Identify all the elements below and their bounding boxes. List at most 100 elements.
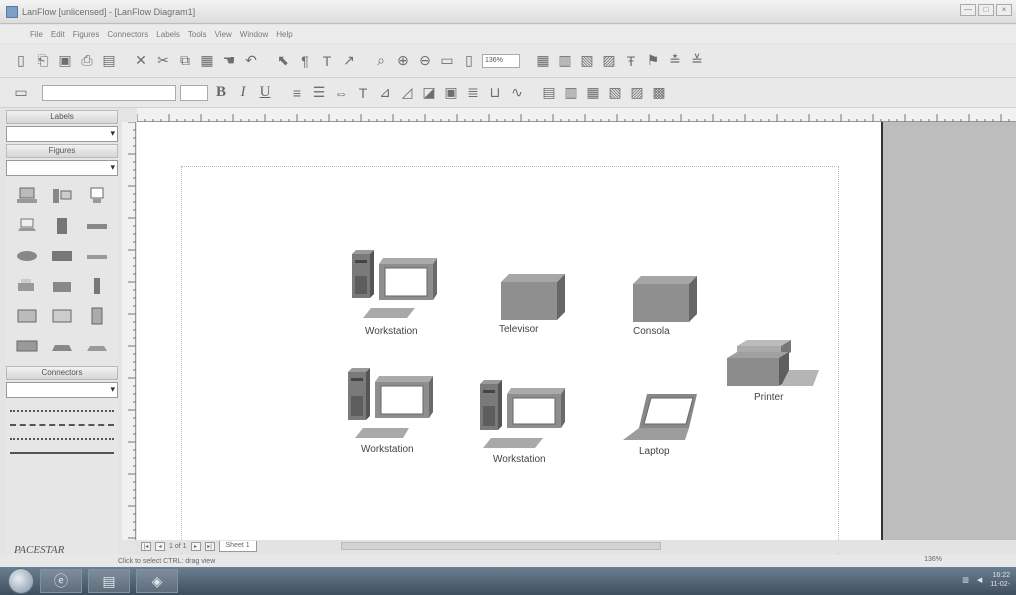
menu-edit[interactable]: Edit — [51, 30, 65, 39]
mainframe-shape-icon[interactable] — [83, 306, 112, 326]
hub-shape-icon[interactable] — [83, 216, 112, 236]
tape-shape-icon[interactable] — [47, 336, 76, 356]
format-text-icon[interactable]: Ŧ — [622, 52, 640, 70]
figures-dropdown[interactable] — [6, 160, 118, 176]
properties-icon[interactable]: ▨ — [600, 52, 618, 70]
hand-icon[interactable]: ☚ — [220, 52, 238, 70]
menu-view[interactable]: View — [215, 30, 232, 39]
connectors-dropdown[interactable] — [6, 382, 118, 398]
explorer-taskbar-icon[interactable]: ▤ — [88, 569, 130, 593]
disk-shape-icon[interactable] — [83, 336, 112, 356]
open-icon[interactable]: ⎗ — [34, 52, 52, 70]
zoom-icon[interactable]: ⌕ — [372, 52, 390, 70]
arrange-icon[interactable]: ▤ — [540, 84, 558, 102]
labels-dropdown[interactable] — [6, 126, 118, 142]
save-icon[interactable]: ▣ — [56, 52, 74, 70]
delete-icon[interactable]: ✕ — [132, 52, 150, 70]
computer-shape-icon[interactable] — [12, 186, 41, 206]
line-style-icon[interactable]: ≣ — [464, 84, 482, 102]
zoom-select[interactable]: 136% — [482, 53, 520, 68]
border-icon[interactable]: ▣ — [442, 84, 460, 102]
browser-taskbar-icon[interactable]: ⓔ — [40, 569, 82, 593]
rack-shape-icon[interactable] — [12, 306, 41, 326]
text-icon[interactable]: T — [318, 52, 336, 70]
printer-device[interactable] — [727, 338, 821, 397]
dense-dotted-connector[interactable] — [10, 432, 114, 440]
undo-icon[interactable]: ↶ — [242, 52, 260, 70]
bring-front-icon[interactable]: ≛ — [666, 52, 684, 70]
workstation-device[interactable] — [345, 364, 435, 445]
bold-button[interactable]: B — [212, 84, 230, 101]
distribute-icon[interactable]: ▥ — [562, 84, 580, 102]
menu-connectors[interactable]: Connectors — [107, 30, 148, 39]
prev-page-button[interactable]: ◂ — [155, 541, 165, 551]
console-device[interactable] — [629, 274, 701, 329]
layer-icon[interactable]: ▩ — [650, 84, 668, 102]
menu-tools[interactable]: Tools — [188, 30, 207, 39]
group-icon[interactable]: ▧ — [578, 52, 596, 70]
text-tool-icon[interactable]: ¶ — [296, 52, 314, 70]
flip-icon[interactable]: ▨ — [628, 84, 646, 102]
firewall-shape-icon[interactable] — [47, 306, 76, 326]
rotate-icon[interactable]: ▧ — [606, 84, 624, 102]
television-device[interactable] — [497, 272, 569, 327]
start-button[interactable] — [8, 568, 34, 594]
align-left-icon[interactable]: ≡ — [288, 84, 306, 102]
dotted-line-connector[interactable] — [10, 404, 114, 412]
text-color-icon[interactable]: T — [354, 84, 372, 102]
font-size-select[interactable] — [180, 84, 208, 101]
menu-file[interactable]: File — [30, 30, 43, 39]
new-icon[interactable]: ▯ — [12, 52, 30, 70]
printer-shape-icon[interactable] — [12, 276, 41, 296]
workstation-device[interactable] — [477, 376, 567, 455]
zoom-out-icon[interactable]: ⊖ — [416, 52, 434, 70]
print-icon[interactable]: ⎙ — [78, 52, 96, 70]
scanner-shape-icon[interactable] — [47, 276, 76, 296]
curve-icon[interactable]: ∿ — [508, 84, 526, 102]
menu-window[interactable]: Window — [240, 30, 268, 39]
zoom-in-icon[interactable]: ⊕ — [394, 52, 412, 70]
copy-icon[interactable]: ⧉ — [176, 52, 194, 70]
menu-figures[interactable]: Figures — [73, 30, 100, 39]
last-page-button[interactable]: ▸| — [204, 541, 215, 551]
lanflow-taskbar-icon[interactable]: ◈ — [136, 569, 178, 593]
diagram-page[interactable]: Workstation Televisor Consola Printer Wo… — [137, 122, 883, 566]
laptop-device[interactable] — [621, 392, 701, 447]
size-icon[interactable]: ▦ — [584, 84, 602, 102]
tower-monitor-shape-icon[interactable] — [47, 186, 76, 206]
fit-width-icon[interactable]: ▯ — [460, 52, 478, 70]
phone-shape-icon[interactable] — [83, 276, 112, 296]
server-shape-icon[interactable] — [47, 216, 76, 236]
network-icon[interactable]: ▥ — [962, 576, 969, 584]
switch-shape-icon[interactable] — [47, 246, 76, 266]
line-end-icon[interactable]: ⊔ — [486, 84, 504, 102]
line-color-icon[interactable]: ⊿ — [376, 84, 394, 102]
cut-icon[interactable]: ✂ — [154, 52, 172, 70]
close-button[interactable]: × — [996, 4, 1012, 16]
dashed-line-connector[interactable] — [10, 418, 114, 426]
preview-icon[interactable]: ▤ — [100, 52, 118, 70]
first-page-button[interactable]: |◂ — [141, 541, 151, 551]
menu-labels[interactable]: Labels — [156, 30, 180, 39]
paste-icon[interactable]: ▦ — [198, 52, 216, 70]
horizontal-scrollbar[interactable] — [340, 542, 661, 550]
fill-color-icon[interactable]: ◿ — [398, 84, 416, 102]
modem-shape-icon[interactable] — [12, 336, 41, 356]
connector-tool-icon[interactable]: ↗ — [340, 52, 358, 70]
volume-icon[interactable]: ◀ — [977, 576, 982, 584]
grid-icon[interactable]: ▦ — [534, 52, 552, 70]
shadow-icon[interactable]: ◪ — [420, 84, 438, 102]
select-arrow-icon[interactable]: ⬉ — [274, 52, 292, 70]
align-center-icon[interactable]: ☰ — [310, 84, 328, 102]
next-page-button[interactable]: ▸ — [190, 541, 201, 551]
menu-help[interactable]: Help — [276, 30, 292, 39]
minimize-button[interactable]: — — [960, 4, 976, 16]
italic-button[interactable]: I — [234, 84, 252, 101]
underline-button[interactable]: U — [256, 84, 274, 101]
sheet-tab[interactable]: Sheet 1 — [218, 540, 257, 552]
frame-icon[interactable]: ▭ — [12, 84, 30, 102]
workstation-device[interactable] — [349, 246, 439, 327]
solid-line-connector[interactable] — [10, 446, 114, 454]
laptop-shape-icon[interactable] — [12, 216, 41, 236]
bridge-shape-icon[interactable] — [83, 246, 112, 266]
